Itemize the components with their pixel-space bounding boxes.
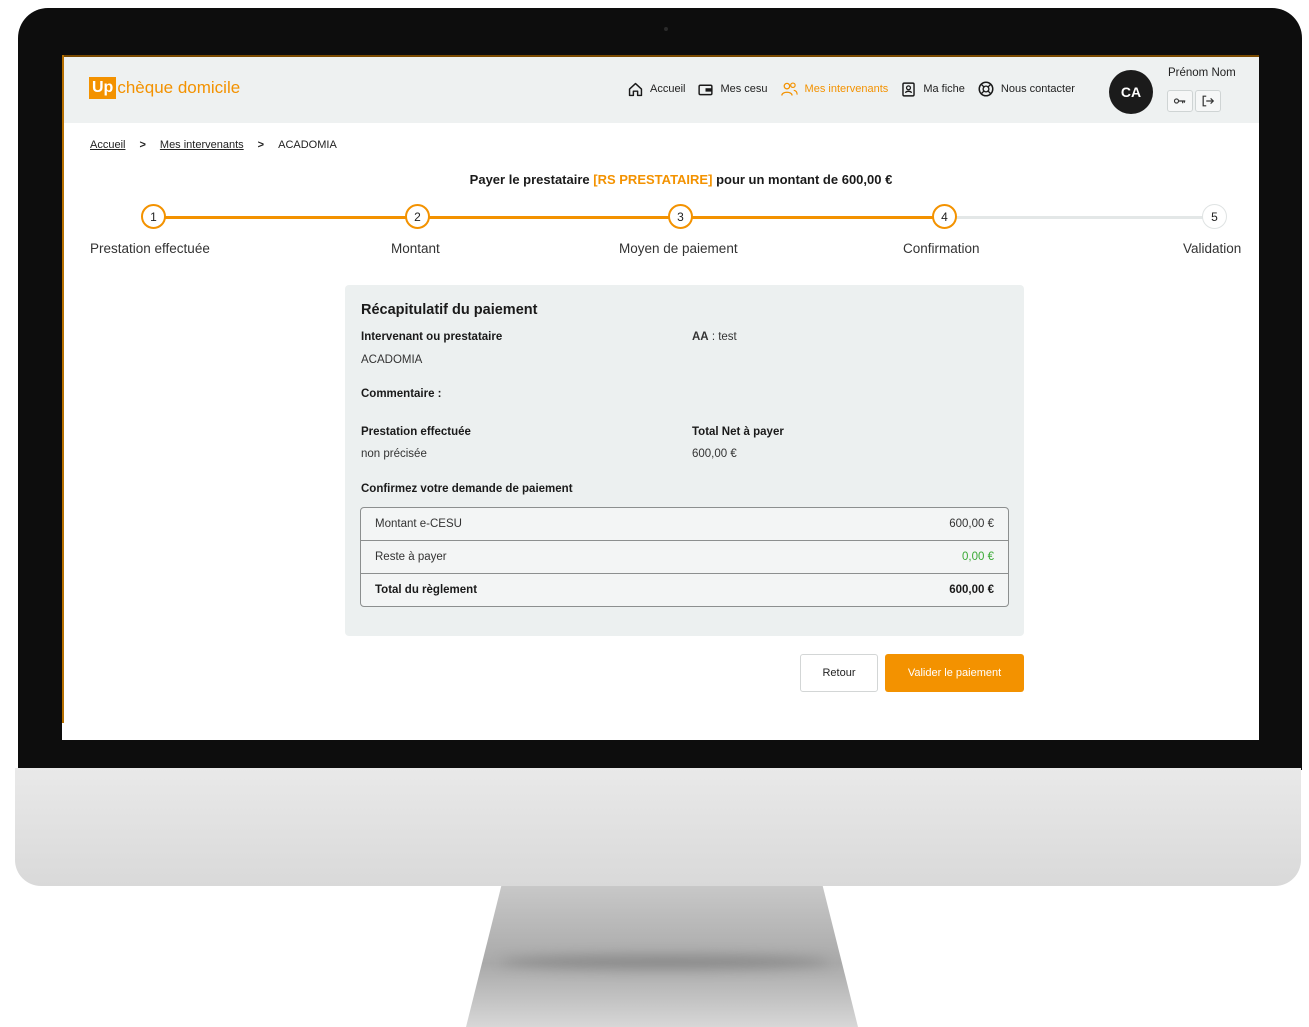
payment-title-suffix: pour un montant de 600,00 € — [716, 172, 893, 187]
payment-breakdown-table: Montant e-CESU 600,00 € Reste à payer 0,… — [360, 507, 1009, 607]
row-amount: 0,00 € — [962, 551, 994, 563]
comment-label: Commentaire : — [361, 388, 442, 400]
chevron-right-icon: > — [139, 139, 146, 151]
key-icon — [1173, 98, 1186, 104]
service-label: Prestation effectuée — [361, 426, 471, 438]
avatar[interactable]: CA — [1109, 70, 1153, 114]
provider-value: ACADOMIA — [361, 354, 423, 366]
logo[interactable]: Up chèque domicile — [89, 77, 240, 99]
nav-item-ma-fiche[interactable]: Ma fiche — [900, 81, 965, 98]
table-row: Montant e-CESU 600,00 € — [361, 508, 1008, 540]
nav-label: Ma fiche — [923, 83, 965, 95]
breadcrumb-current: ACADOMIA — [278, 139, 337, 151]
payment-summary-card: Récapitulatif du paiement Intervenant ou… — [345, 285, 1024, 636]
service-value: non précisée — [361, 448, 427, 460]
wallet-icon — [698, 84, 714, 95]
net-total-label: Total Net à payer — [692, 426, 784, 438]
monitor-chin — [15, 768, 1301, 886]
provider-label: Intervenant ou prestataire — [361, 331, 503, 343]
webcam-icon — [664, 27, 668, 31]
nav-item-accueil[interactable]: Accueil — [627, 81, 685, 98]
aa-label: AA — [692, 331, 709, 343]
aa-value: : test — [708, 331, 737, 343]
row-amount: 600,00 € — [949, 518, 994, 530]
logo-up: Up — [89, 77, 117, 99]
step-4-circle: 4 — [932, 204, 957, 229]
step-connector — [153, 216, 417, 219]
nav-item-mes-intervenants[interactable]: Mes intervenants — [780, 81, 889, 98]
change-password-button[interactable] — [1167, 90, 1193, 112]
home-icon — [628, 82, 643, 96]
nav-label: Accueil — [650, 83, 686, 95]
step-connector — [680, 216, 944, 219]
row-label: Montant e-CESU — [375, 518, 462, 530]
payment-title-provider: [RS PRESTATAIRE] — [593, 172, 713, 187]
nav-item-mes-cesu[interactable]: Mes cesu — [697, 81, 768, 98]
nav-label: Mes cesu — [720, 83, 768, 95]
step-connector — [944, 216, 1214, 219]
table-row-total: Total du règlement 600,00 € — [361, 573, 1008, 606]
stand-shadow — [500, 955, 830, 969]
nav-label: Mes intervenants — [804, 83, 889, 95]
payment-title-prefix: Payer le prestataire — [469, 172, 590, 187]
step-5-label: Validation — [1183, 241, 1242, 256]
step-3-circle: 3 — [668, 204, 693, 229]
step-1-circle: 1 — [141, 204, 166, 229]
breadcrumb-accueil[interactable]: Accueil — [90, 139, 125, 151]
logout-button[interactable] — [1195, 90, 1221, 112]
nav-item-nous-contacter[interactable]: Nous contacter — [977, 80, 1075, 98]
screen-edge — [62, 55, 64, 723]
row-label: Total du règlement — [375, 584, 478, 596]
summary-title: Récapitulatif du paiement — [361, 302, 538, 318]
chevron-right-icon: > — [257, 139, 265, 151]
breadcrumb: Accueil > Mes intervenants > ACADOMIA — [90, 139, 337, 151]
main-nav: Accueil Mes cesu Mes intervenants Ma fic… — [627, 80, 1087, 98]
nav-label: Nous contacter — [1000, 83, 1075, 95]
payment-title: Payer le prestataire [RS PRESTATAIRE] po… — [62, 172, 1259, 187]
logout-icon — [1202, 95, 1215, 107]
users-icon — [780, 81, 798, 96]
step-1-label: Prestation effectuée — [90, 241, 210, 256]
lifebuoy-icon — [978, 81, 994, 97]
step-2-label: Montant — [391, 241, 440, 256]
step-4-label: Confirmation — [903, 241, 980, 256]
row-amount: 600,00 € — [949, 584, 994, 596]
user-name: Prénom Nom — [1168, 67, 1236, 79]
breadcrumb-mes-intervenants[interactable]: Mes intervenants — [160, 139, 244, 151]
row-label: Reste à payer — [375, 551, 447, 563]
net-total-value: 600,00 € — [692, 448, 737, 460]
step-3-label: Moyen de paiement — [619, 241, 738, 256]
confirm-label: Confirmez votre demande de paiement — [361, 483, 573, 495]
aa-field: AA : test — [692, 331, 737, 343]
logo-text: chèque domicile — [117, 78, 241, 97]
header: Up chèque domicile Accueil Mes cesu Mes … — [62, 57, 1259, 123]
step-5-circle: 5 — [1202, 204, 1227, 229]
table-row: Reste à payer 0,00 € — [361, 540, 1008, 573]
screen: Up chèque domicile Accueil Mes cesu Mes … — [62, 55, 1259, 740]
step-connector — [417, 216, 680, 219]
id-card-icon — [902, 81, 916, 97]
step-2-circle: 2 — [405, 204, 430, 229]
back-button[interactable]: Retour — [800, 654, 878, 692]
validate-payment-button[interactable]: Valider le paiement — [885, 654, 1024, 692]
